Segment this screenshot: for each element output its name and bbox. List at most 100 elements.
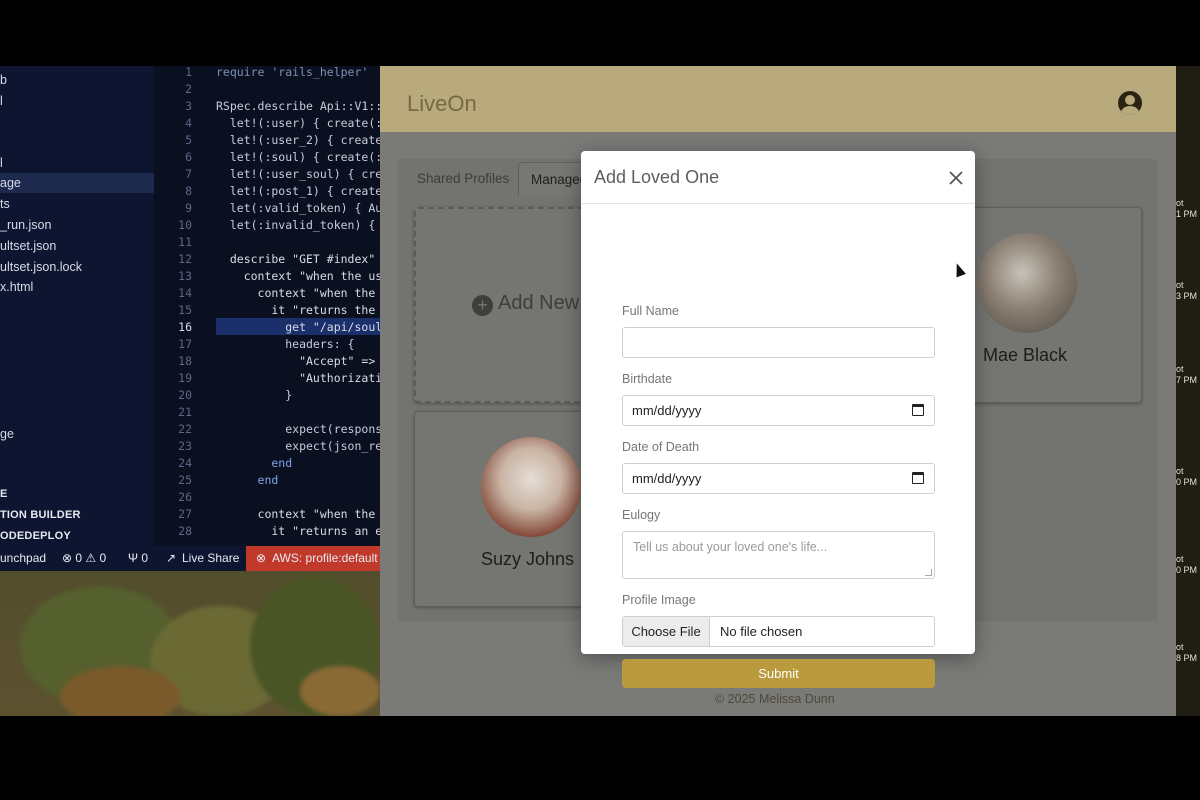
- notification-text: ot: [1176, 280, 1184, 290]
- eulogy-textarea[interactable]: Tell us about your loved one's life...: [622, 531, 935, 579]
- status-live-share[interactable]: Live Share: [182, 546, 239, 571]
- explorer-item[interactable]: _run.json: [0, 215, 154, 235]
- code-line[interactable]: let(:valid_token) { Au: [216, 200, 380, 217]
- user-avatar-icon[interactable]: [1118, 91, 1142, 115]
- code-line[interactable]: expect(json_re: [216, 438, 380, 455]
- line-number: 25: [178, 473, 192, 487]
- profile-name: Suzy Johns: [481, 549, 575, 569]
- code-editor-window: b l l age ts _run.json ultset.json ultse…: [0, 66, 380, 571]
- notification-text: ot: [1176, 554, 1184, 564]
- line-number: 2: [185, 82, 192, 96]
- code-line[interactable]: "Authorizati: [216, 370, 380, 387]
- code-editor[interactable]: 1 2 3 4 5 6 7 8 9 10 11 12 13 14 15 16 17 18 19 20 21 22 23 24 2…: [154, 66, 380, 546]
- code-line[interactable]: let!(:user) { create(:: [216, 115, 380, 132]
- explorer-section[interactable]: TION BUILDER: [0, 505, 81, 525]
- code-line[interactable]: let!(:user_2) { create: [216, 132, 380, 149]
- full-name-input[interactable]: [622, 327, 935, 358]
- line-number: 11: [178, 235, 192, 249]
- explorer-section[interactable]: ODEDEPLOY: [0, 526, 71, 546]
- explorer-item[interactable]: ultset.json.lock: [0, 257, 154, 277]
- line-number: 1: [185, 66, 192, 79]
- code-line[interactable]: require 'rails_helper': [216, 66, 368, 81]
- full-name-label: Full Name: [622, 304, 679, 318]
- submit-button[interactable]: Submit: [622, 659, 935, 688]
- notification-time: 0 PM: [1176, 565, 1198, 575]
- tab-shared-profiles[interactable]: Shared Profiles: [405, 162, 521, 196]
- code-line[interactable]: expect(respons: [216, 421, 380, 438]
- code-line[interactable]: context "when the: [216, 285, 376, 302]
- code-line[interactable]: end: [216, 472, 279, 489]
- footer-copyright: © 2025 Melissa Dunn: [715, 692, 835, 706]
- notification-text: ot: [1176, 364, 1184, 374]
- line-number: 12: [178, 252, 192, 266]
- birthdate-input[interactable]: mm/dd/yyyy: [622, 395, 935, 426]
- status-problems[interactable]: ⊗ 0 ⚠ 0: [62, 546, 106, 571]
- calendar-icon[interactable]: [912, 404, 924, 416]
- explorer-item[interactable]: l: [0, 91, 154, 111]
- line-number: 26: [178, 490, 192, 504]
- code-line[interactable]: end: [216, 455, 292, 472]
- notification-time: 8 PM: [1176, 653, 1198, 663]
- code-line[interactable]: RSpec.describe Api::V1::: [216, 98, 380, 115]
- code-line[interactable]: get "/api/soul: [216, 319, 380, 336]
- modal-title: Add Loved One: [594, 167, 720, 187]
- aws-profile-label: AWS: profile:default: [272, 551, 378, 565]
- notification-time: 0 PM: [1176, 477, 1198, 487]
- line-number: 17: [178, 337, 192, 351]
- code-line[interactable]: "Accept" =>: [216, 353, 375, 370]
- line-number: 20: [178, 388, 192, 402]
- profile-image-label: Profile Image: [622, 593, 696, 607]
- code-line[interactable]: it "returns an e: [216, 523, 380, 540]
- notification-text: ot: [1176, 198, 1184, 208]
- line-number: 9: [185, 201, 192, 215]
- line-number: 4: [185, 116, 192, 130]
- plus-circle-icon: +: [472, 295, 493, 316]
- line-number: 13: [178, 269, 192, 283]
- code-line[interactable]: let!(:post_1) { create: [216, 183, 380, 200]
- explorer-item[interactable]: b: [0, 70, 154, 90]
- notification-time: 1 PM: [1176, 209, 1198, 219]
- calendar-icon[interactable]: [912, 472, 924, 484]
- line-number: 27: [178, 507, 192, 521]
- code-line[interactable]: it "returns the: [216, 302, 375, 319]
- line-number: 23: [178, 439, 192, 453]
- notification-text: ot: [1176, 642, 1184, 652]
- code-line[interactable]: headers: {: [216, 336, 354, 353]
- status-bar: unchpad ⊗ 0 ⚠ 0 Ψ 0 ↗ Live Share ⊗ AWS: …: [0, 546, 380, 571]
- line-number: 24: [178, 456, 192, 470]
- profile-card[interactable]: Mae Black: [946, 207, 1142, 403]
- notification-text: ot: [1176, 466, 1184, 476]
- close-button[interactable]: [945, 167, 967, 189]
- brand-logo[interactable]: LiveOn: [407, 91, 477, 117]
- choose-file-button[interactable]: Choose File: [623, 617, 710, 646]
- file-explorer: b l l age ts _run.json ultset.json ultse…: [0, 66, 154, 546]
- code-line[interactable]: let!(:user_soul) { cre: [216, 166, 380, 183]
- notification-time: 3 PM: [1176, 291, 1198, 301]
- resize-grip-icon[interactable]: [925, 569, 932, 576]
- explorer-item[interactable]: x.html: [0, 277, 154, 297]
- status-ports[interactable]: Ψ 0: [128, 546, 148, 571]
- birthdate-label: Birthdate: [622, 372, 673, 386]
- code-line[interactable]: }: [216, 387, 292, 404]
- line-number: 5: [185, 133, 192, 147]
- code-line[interactable]: let!(:soul) { create(:: [216, 149, 380, 166]
- code-line[interactable]: context "when the us: [216, 268, 380, 285]
- explorer-item[interactable]: ge: [0, 424, 154, 444]
- error-circle-icon: ⊗: [256, 551, 267, 565]
- code-line[interactable]: describe "GET #index": [216, 251, 375, 268]
- explorer-item-selected[interactable]: age: [0, 173, 154, 193]
- line-number: 14: [178, 286, 192, 300]
- date-of-death-input[interactable]: mm/dd/yyyy: [622, 463, 935, 494]
- explorer-item[interactable]: l: [0, 153, 154, 173]
- explorer-section[interactable]: E: [0, 484, 8, 504]
- explorer-item[interactable]: ts: [0, 194, 154, 214]
- add-loved-one-modal: Add Loved One Full Name Birthdate mm/dd/…: [581, 151, 975, 688]
- code-line[interactable]: let(:invalid_token) {: [216, 217, 375, 234]
- app-header: LiveOn: [380, 66, 1176, 132]
- status-launchpad[interactable]: unchpad: [0, 546, 46, 571]
- line-number: 3: [185, 99, 192, 113]
- eulogy-placeholder: Tell us about your loved one's life...: [633, 540, 828, 554]
- explorer-item[interactable]: ultset.json: [0, 236, 154, 256]
- status-aws-profile[interactable]: ⊗ AWS: profile:default: [246, 546, 380, 571]
- code-line[interactable]: context "when the: [216, 506, 376, 523]
